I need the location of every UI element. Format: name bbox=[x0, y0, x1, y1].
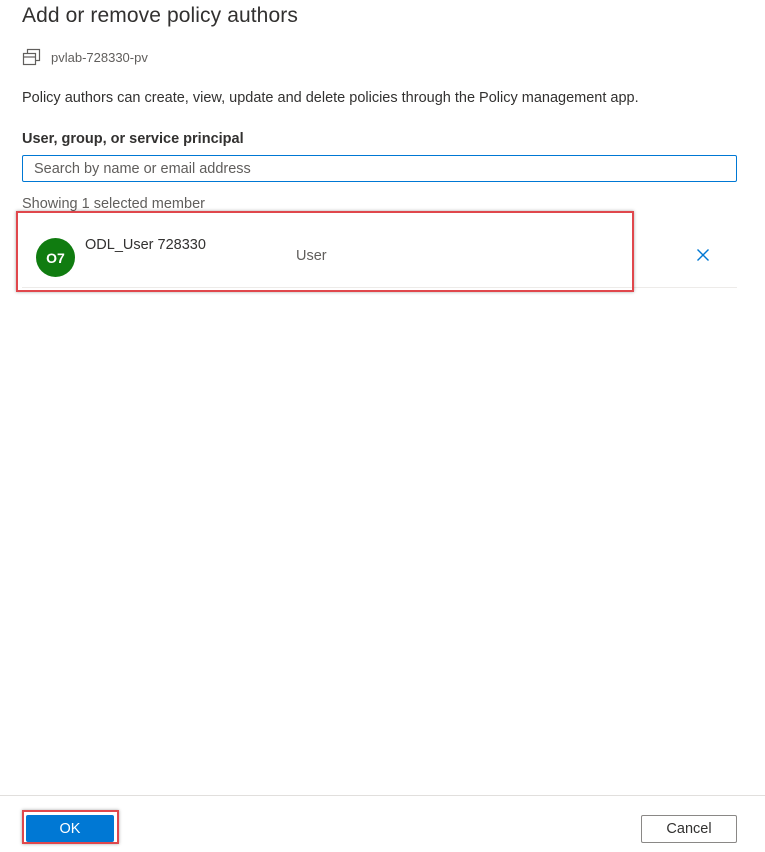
collection-icon bbox=[22, 48, 41, 67]
avatar: O7 bbox=[36, 238, 75, 277]
member-name: ODL_User 728330 bbox=[85, 237, 206, 253]
search-field-label: User, group, or service principal bbox=[22, 131, 244, 147]
ok-button[interactable]: OK bbox=[26, 815, 114, 842]
panel-description: Policy authors can create, view, update … bbox=[22, 90, 639, 106]
resource-name: pvlab-728330-pv bbox=[51, 50, 148, 65]
selected-member-row: O7 ODL_User 728330 User bbox=[22, 222, 737, 288]
cancel-button[interactable]: Cancel bbox=[641, 815, 737, 843]
panel-title: Add or remove policy authors bbox=[22, 4, 298, 27]
policy-authors-panel: Add or remove policy authors pvlab-72833… bbox=[0, 0, 765, 852]
footer-divider bbox=[0, 795, 765, 796]
resource-context: pvlab-728330-pv bbox=[22, 48, 148, 67]
remove-member-icon[interactable] bbox=[694, 246, 712, 264]
member-type: User bbox=[296, 248, 327, 264]
search-input[interactable] bbox=[22, 155, 737, 182]
selected-member-count: Showing 1 selected member bbox=[22, 196, 205, 212]
